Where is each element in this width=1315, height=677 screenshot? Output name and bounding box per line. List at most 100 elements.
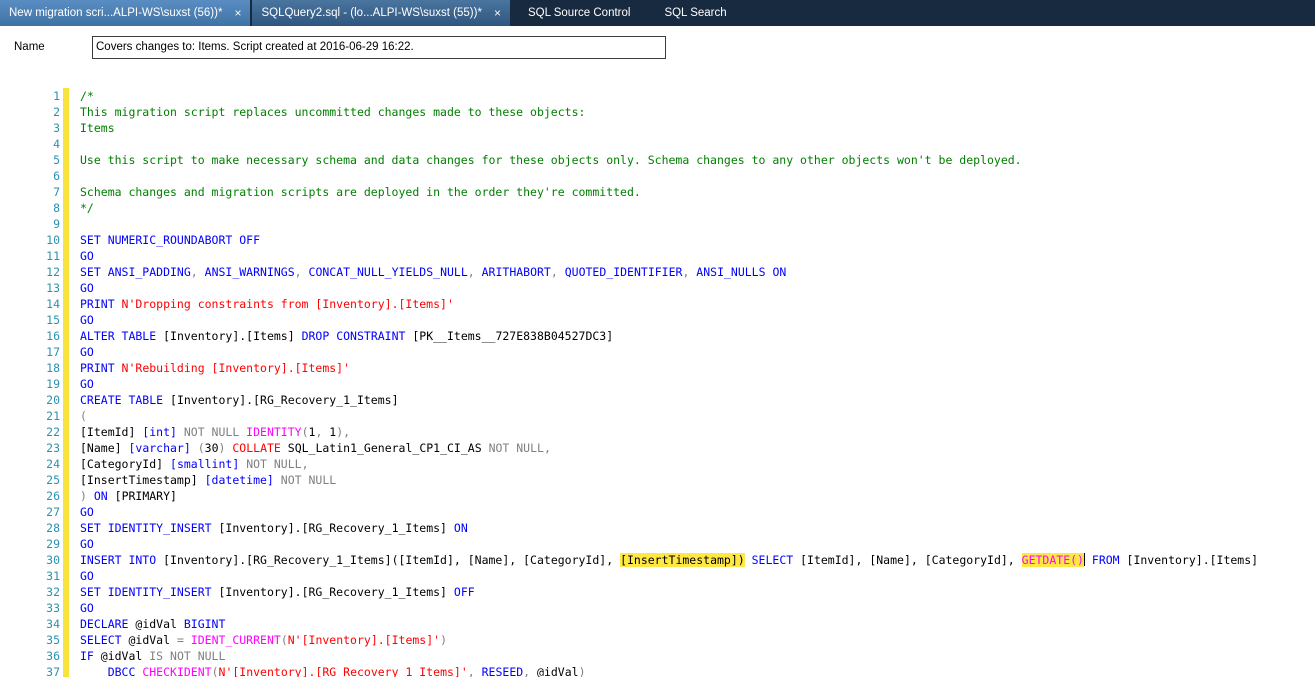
line-number: 1 (0, 88, 60, 104)
code-text: GO (80, 248, 94, 264)
code-token (80, 665, 108, 677)
code-text: GO (80, 344, 94, 360)
change-tracking-bar (63, 376, 69, 392)
code-line[interactable]: 4 (0, 136, 1315, 152)
code-token: NOT NULL, (246, 457, 308, 471)
code-text: [InsertTimestamp] [datetime] NOT NULL (80, 472, 336, 488)
change-tracking-bar (63, 664, 69, 677)
code-token: ), (336, 425, 350, 439)
code-line[interactable]: 19GO (0, 376, 1315, 392)
code-line[interactable]: 14PRINT N'Dropping constraints from [Inv… (0, 296, 1315, 312)
code-text: SELECT @idVal = IDENT_CURRENT(N'[Invento… (80, 632, 447, 648)
code-token: , (315, 425, 329, 439)
line-number: 15 (0, 312, 60, 328)
tab-new-migration-script[interactable]: New migration scri...ALPI-WS\suxst (56))… (0, 0, 250, 26)
code-line[interactable]: 17GO (0, 344, 1315, 360)
code-token: [PK__Items__727E838B04527DC3] (412, 329, 613, 343)
code-line[interactable]: 20CREATE TABLE [Inventory].[RG_Recovery_… (0, 392, 1315, 408)
code-token: NOT NULL (184, 425, 246, 439)
code-text: GO (80, 280, 94, 296)
code-line[interactable]: 34DECLARE @idVal BIGINT (0, 616, 1315, 632)
code-line[interactable]: 37 DBCC CHECKIDENT(N'[Inventory].[RG_Rec… (0, 664, 1315, 677)
code-line[interactable]: 23[Name] [varchar] (30) COLLATE SQL_Lati… (0, 440, 1315, 456)
code-token: [Inventory].[Items] (1127, 553, 1259, 567)
code-line[interactable]: 2This migration script replaces uncommit… (0, 104, 1315, 120)
code-line[interactable]: 24[CategoryId] [smallint] NOT NULL, (0, 456, 1315, 472)
change-tracking-bar (63, 648, 69, 664)
code-line[interactable]: 11GO (0, 248, 1315, 264)
code-text: CREATE TABLE [Inventory].[RG_Recovery_1_… (80, 392, 399, 408)
code-token: ON (454, 521, 468, 535)
code-line[interactable]: 35SELECT @idVal = IDENT_CURRENT(N'[Inven… (0, 632, 1315, 648)
change-tracking-bar (63, 440, 69, 456)
code-token: NOT NULL (281, 473, 336, 487)
code-text: ALTER TABLE [Inventory].[Items] DROP CON… (80, 328, 613, 344)
script-name-input[interactable] (92, 36, 666, 59)
code-line[interactable]: 1/* (0, 88, 1315, 104)
code-token: QUOTED_IDENTIFIER (565, 265, 683, 279)
code-token: FROM (1092, 553, 1127, 567)
code-text: SET IDENTITY_INSERT [Inventory].[RG_Reco… (80, 584, 475, 600)
code-line[interactable]: 5Use this script to make necessary schem… (0, 152, 1315, 168)
change-tracking-bar (63, 312, 69, 328)
code-token: [InsertTimestamp] (80, 473, 205, 487)
code-token: SET IDENTITY_INSERT (80, 585, 218, 599)
code-token: ) (579, 665, 586, 677)
code-line[interactable]: 6 (0, 168, 1315, 184)
tab-sqlquery2[interactable]: SQLQuery2.sql - (lo...ALPI-WS\suxst (55)… (252, 0, 510, 26)
close-icon[interactable]: × (234, 7, 241, 19)
line-number: 10 (0, 232, 60, 248)
change-tracking-bar (63, 600, 69, 616)
code-line[interactable]: 21( (0, 408, 1315, 424)
code-line[interactable]: 31GO (0, 568, 1315, 584)
code-token: GO (80, 313, 94, 327)
code-line[interactable]: 26) ON [PRIMARY] (0, 488, 1315, 504)
code-line[interactable]: 36IF @idVal IS NOT NULL (0, 648, 1315, 664)
code-line[interactable]: 12SET ANSI_PADDING, ANSI_WARNINGS, CONCA… (0, 264, 1315, 280)
code-line[interactable]: 32SET IDENTITY_INSERT [Inventory].[RG_Re… (0, 584, 1315, 600)
code-line[interactable]: 33GO (0, 600, 1315, 616)
code-token: , (295, 265, 309, 279)
code-line[interactable]: 13 GO (0, 280, 1315, 296)
line-number: 21 (0, 408, 60, 424)
code-line[interactable]: 22[ItemId] [int] NOT NULL IDENTITY(1, 1)… (0, 424, 1315, 440)
line-number: 30 (0, 552, 60, 568)
script-name-row: Name (0, 37, 1315, 57)
line-number: 18 (0, 360, 60, 376)
code-text: PRINT N'Dropping constraints from [Inven… (80, 296, 454, 312)
line-number: 36 (0, 648, 60, 664)
code-text: Items (80, 120, 115, 136)
line-number: 22 (0, 424, 60, 440)
code-line[interactable]: 27GO (0, 504, 1315, 520)
code-token: , (468, 665, 482, 677)
code-token: ALTER TABLE (80, 329, 163, 343)
change-tracking-bar (63, 264, 69, 280)
tab-sql-search[interactable]: SQL Search (648, 0, 742, 26)
change-tracking-bar (63, 344, 69, 360)
change-tracking-bar (63, 616, 69, 632)
line-number: 13 (0, 280, 60, 296)
code-token: , (468, 265, 482, 279)
code-line[interactable]: 29GO (0, 536, 1315, 552)
line-number: 27 (0, 504, 60, 520)
line-number: 12 (0, 264, 60, 280)
tab-sql-source-control[interactable]: SQL Source Control (512, 0, 646, 26)
code-line[interactable]: 28SET IDENTITY_INSERT [Inventory].[RG_Re… (0, 520, 1315, 536)
code-line[interactable]: 3Items (0, 120, 1315, 136)
code-line[interactable]: 18PRINT N'Rebuilding [Inventory].[Items]… (0, 360, 1315, 376)
code-token: Schema changes and migration scripts are… (80, 185, 641, 199)
line-number: 23 (0, 440, 60, 456)
code-line[interactable]: 25[InsertTimestamp] [datetime] NOT NULL (0, 472, 1315, 488)
change-tracking-bar (63, 328, 69, 344)
code-line[interactable]: 9 (0, 216, 1315, 232)
code-line[interactable]: 10SET NUMERIC_ROUNDABORT OFF (0, 232, 1315, 248)
code-line[interactable]: 16ALTER TABLE [Inventory].[Items] DROP C… (0, 328, 1315, 344)
code-line[interactable]: 15 GO (0, 312, 1315, 328)
sql-editor[interactable]: 1/*2This migration script replaces uncom… (0, 88, 1315, 677)
code-token: */ (80, 201, 94, 215)
code-line[interactable]: 7Schema changes and migration scripts ar… (0, 184, 1315, 200)
code-line[interactable]: 8 */ (0, 200, 1315, 216)
close-icon[interactable]: × (494, 7, 501, 19)
code-line[interactable]: 30INSERT INTO [Inventory].[RG_Recovery_1… (0, 552, 1315, 568)
line-number: 8 (0, 200, 60, 216)
